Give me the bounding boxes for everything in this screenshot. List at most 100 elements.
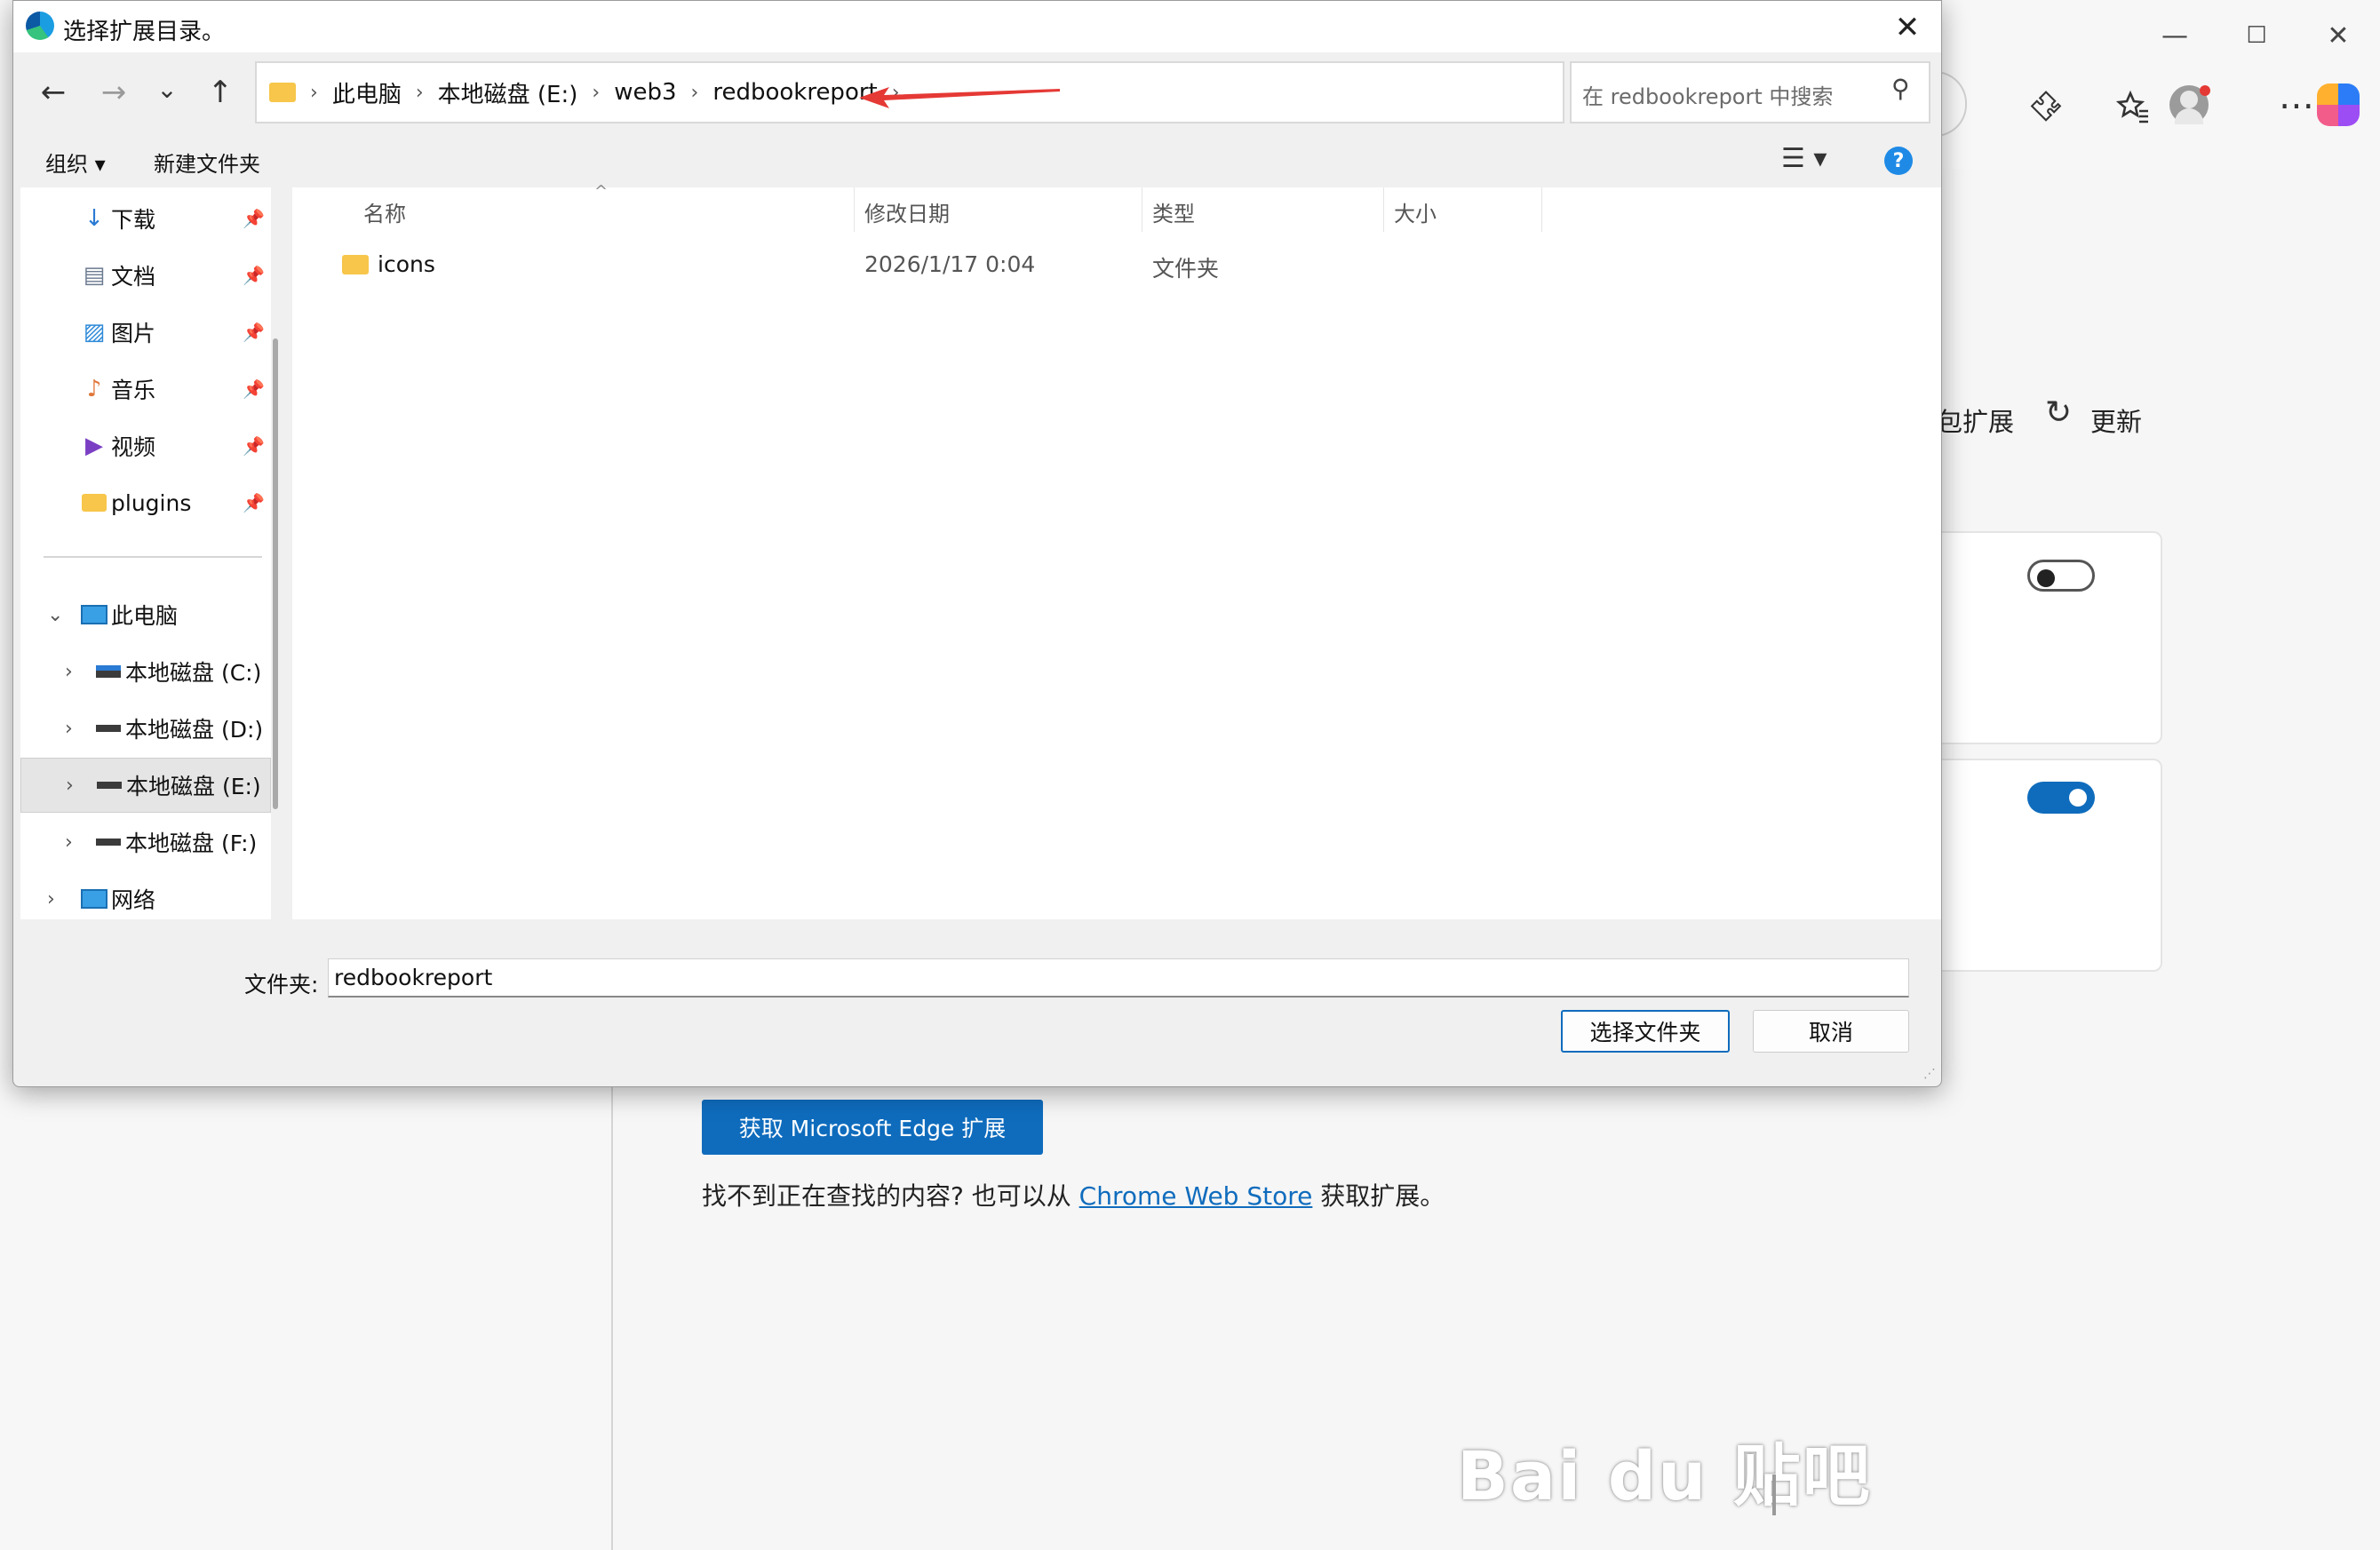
not-found-text: 找不到正在查找的内容? 也可以从 Chrome Web Store 获取扩展。 <box>702 1177 1445 1212</box>
sidebar-divider <box>611 1084 613 1550</box>
folder-name-input[interactable] <box>328 958 1909 998</box>
organize-menu-button[interactable]: 组织 ▾ <box>45 147 106 178</box>
nav-item-label: 音乐 <box>111 378 156 403</box>
chevron-right-icon[interactable]: › <box>47 888 55 910</box>
quick-access-documents[interactable]: ▤ 文档 📌 <box>20 248 271 303</box>
nav-item-label: 本地磁盘 (E:) <box>126 774 261 799</box>
close-button[interactable]: ✕ <box>2312 9 2365 62</box>
drive-icon <box>95 829 122 855</box>
sort-ascending-icon: ^ <box>594 182 609 201</box>
select-folder-button[interactable]: 选择文件夹 <box>1561 1010 1730 1053</box>
nav-item-label: 网络 <box>111 887 156 913</box>
load-unpacked-label[interactable]: 包扩展 <box>1937 401 2014 439</box>
dialog-title-bar: 选择扩展目录。 ✕ <box>13 1 1941 52</box>
drive-icon <box>95 658 122 685</box>
chevron-down-icon[interactable]: ⌄ <box>47 604 63 626</box>
nav-item-label: 本地磁盘 (D:) <box>125 717 264 743</box>
chevron-right-icon[interactable]: › <box>65 718 73 740</box>
pin-icon[interactable]: 📌 <box>243 322 265 343</box>
get-extensions-button[interactable]: 获取 Microsoft Edge 扩展 <box>702 1100 1043 1155</box>
file-list: 名称 ^ 修改日期 类型 大小 icons 2026/1/17 0:04 文件夹 <box>292 182 1941 919</box>
breadcrumb-this-pc[interactable]: 此电脑 <box>332 76 402 109</box>
nav-item-label: 视频 <box>111 434 156 460</box>
column-header-name[interactable]: 名称 <box>363 196 406 227</box>
help-icon[interactable]: ? <box>1884 147 1913 175</box>
profile-avatar[interactable] <box>2164 80 2214 130</box>
edge-logo-icon <box>26 12 54 40</box>
forward-button[interactable]: → <box>92 70 136 115</box>
nav-drive-d[interactable]: › 本地磁盘 (D:) <box>20 701 271 756</box>
nav-this-pc[interactable]: ⌄ 此电脑 <box>20 587 271 642</box>
new-folder-button[interactable]: 新建文件夹 <box>154 147 260 178</box>
column-divider[interactable] <box>1383 187 1384 232</box>
computer-icon <box>81 601 107 628</box>
copilot-icon[interactable] <box>2317 83 2360 126</box>
chrome-web-store-link[interactable]: Chrome Web Store <box>1079 1181 1313 1211</box>
column-divider[interactable] <box>854 187 855 232</box>
column-header-type[interactable]: 类型 <box>1152 196 1195 227</box>
recent-locations-button[interactable]: ⌄ <box>145 67 189 111</box>
nav-item-label: 图片 <box>111 321 156 346</box>
chevron-right-icon[interactable]: › <box>65 831 73 854</box>
red-arrow-annotation <box>859 87 1060 108</box>
refresh-icon[interactable]: ↻ <box>2045 394 2072 431</box>
extensions-icon[interactable] <box>2015 76 2077 138</box>
dialog-close-button[interactable]: ✕ <box>1888 8 1927 47</box>
chevron-right-icon[interactable]: › <box>66 775 74 797</box>
breadcrumb-web3[interactable]: web3 <box>614 79 676 106</box>
search-box[interactable]: 在 redbookreport 中搜索 ⚲ <box>1570 61 1930 123</box>
folder-icon <box>81 489 107 516</box>
nav-drive-f[interactable]: › 本地磁盘 (F:) <box>20 815 271 870</box>
pin-icon[interactable]: 📌 <box>243 435 265 457</box>
up-button[interactable]: ↑ <box>198 70 243 115</box>
back-button[interactable]: ← <box>31 70 76 115</box>
folder-icon <box>342 255 369 274</box>
view-options-button[interactable]: ☰ ▾ <box>1781 143 1827 174</box>
breadcrumb-drive-e[interactable]: 本地磁盘 (E:) <box>438 76 578 109</box>
pin-icon[interactable]: 📌 <box>243 492 265 513</box>
chevron-right-icon[interactable]: › <box>65 661 73 683</box>
nav-item-label: 文档 <box>111 264 156 290</box>
nav-item-label: 本地磁盘 (F:) <box>125 831 258 856</box>
minimize-button[interactable]: — <box>2148 9 2201 62</box>
nav-item-label: 下载 <box>111 207 156 233</box>
favorites-icon[interactable] <box>2102 76 2164 138</box>
column-divider[interactable] <box>1541 187 1542 232</box>
pin-icon[interactable]: 📌 <box>243 265 265 286</box>
nav-drive-e[interactable]: › 本地磁盘 (E:) <box>20 758 271 813</box>
breadcrumb-separator[interactable]: › <box>310 82 318 104</box>
watermark-bar <box>1772 1474 1776 1515</box>
breadcrumb-separator[interactable]: › <box>691 82 699 104</box>
select-folder-dialog: 选择扩展目录。 ✕ ← → ⌄ ↑ › 此电脑 › 本地磁盘 (E:) › we… <box>12 0 1942 1087</box>
update-button[interactable]: 更新 <box>2090 401 2142 439</box>
nav-pane-scrollbar[interactable] <box>273 338 278 809</box>
quick-access-plugins[interactable]: plugins 📌 <box>20 475 271 530</box>
cancel-button[interactable]: 取消 <box>1753 1010 1909 1053</box>
pin-icon[interactable]: 📌 <box>243 208 265 229</box>
nav-drive-c[interactable]: › 本地磁盘 (C:) <box>20 644 271 699</box>
quick-access-music[interactable]: ♪ 音乐 📌 <box>20 362 271 417</box>
nav-network[interactable]: › 网络 <box>20 871 271 926</box>
breadcrumb-redbookreport[interactable]: redbookreport <box>712 79 877 106</box>
breadcrumb-separator[interactable]: › <box>416 82 424 104</box>
navigation-pane: ↓ 下载 📌 ▤ 文档 📌 ▨ 图片 📌 ♪ 音乐 📌 ▶ 视频 📌 plugi… <box>20 187 271 919</box>
maximize-button[interactable]: ☐ <box>2230 9 2283 62</box>
not-found-suffix: 获取扩展。 <box>1312 1181 1445 1211</box>
breadcrumb-separator[interactable]: › <box>592 82 600 104</box>
pin-icon[interactable]: 📌 <box>243 378 265 400</box>
folder-label: 文件夹: <box>244 972 319 998</box>
quick-access-videos[interactable]: ▶ 视频 📌 <box>20 418 271 473</box>
column-header-size[interactable]: 大小 <box>1394 196 1437 227</box>
search-icon[interactable]: ⚲ <box>1891 74 1910 103</box>
file-name: icons <box>378 251 435 277</box>
extension-toggle-off[interactable] <box>2027 560 2095 592</box>
table-row[interactable]: icons 2026/1/17 0:04 文件夹 <box>292 242 1545 287</box>
column-header-modified[interactable]: 修改日期 <box>864 196 950 227</box>
quick-access-downloads[interactable]: ↓ 下载 📌 <box>20 191 271 246</box>
quick-access-pictures[interactable]: ▨ 图片 📌 <box>20 305 271 360</box>
resize-grip[interactable]: ⋰ <box>1923 1067 1936 1081</box>
pictures-icon: ▨ <box>83 319 106 346</box>
extension-toggle-on[interactable] <box>2027 782 2095 814</box>
watermark-logo: Bai du 贴吧 <box>1457 1436 1872 1515</box>
not-found-prefix: 找不到正在查找的内容? 也可以从 <box>702 1181 1079 1211</box>
